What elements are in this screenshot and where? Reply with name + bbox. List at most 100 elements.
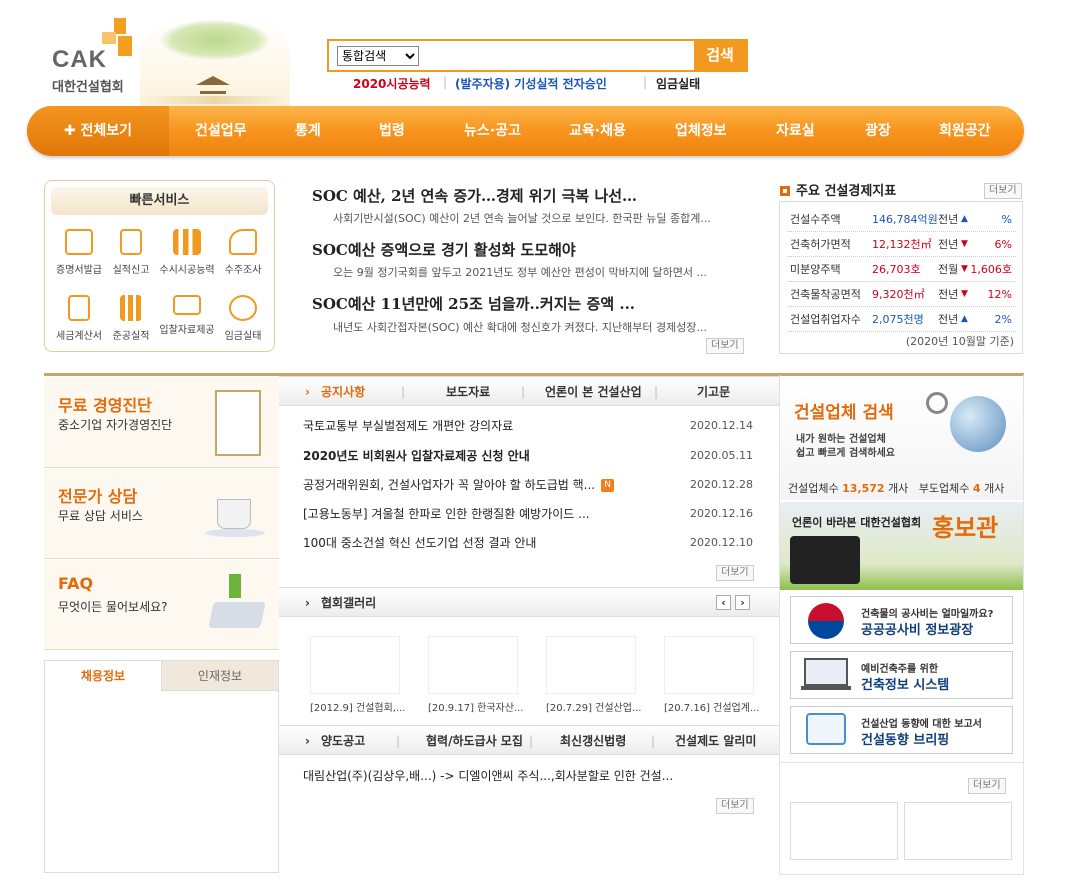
people-icon bbox=[229, 295, 257, 321]
notice-row[interactable]: 공정거래위원회, 건설사업자가 꼭 알아야 할 하도급법 핵... N 2020.1… bbox=[303, 475, 763, 495]
down-arrow-icon: ▼ bbox=[961, 289, 968, 299]
chevron-right-icon: › bbox=[305, 596, 310, 610]
nav-all-menu[interactable]: ✚ 전체보기 bbox=[27, 106, 169, 156]
quick-service-item[interactable]: 입찰자료제공 bbox=[159, 295, 215, 336]
magnifier-icon bbox=[926, 392, 948, 414]
gallery-title[interactable]: 협회갤러리 bbox=[321, 588, 376, 618]
nav-item[interactable]: 자료실 bbox=[776, 106, 815, 156]
quick-link-capacity[interactable]: 2020시공능력 bbox=[353, 75, 431, 92]
gallery-prev-button[interactable]: ‹ bbox=[716, 595, 731, 610]
logo-text: CAK bbox=[52, 46, 107, 73]
gallery-caption[interactable]: [20.7.29] 건설산업... bbox=[546, 699, 644, 714]
right-thumbnail[interactable] bbox=[904, 802, 1012, 860]
quick-service-title: 빠른서비스 bbox=[51, 187, 268, 215]
search-button[interactable]: 검색 bbox=[694, 41, 746, 70]
transfer-more-button[interactable]: 더보기 bbox=[716, 798, 754, 814]
indicator-row: 건축허가면적 12,132천㎡ 전년 ▼ 6% bbox=[788, 232, 1016, 257]
news-summary: 오는 9월 정기국회를 앞두고 2021년도 정부 예산안 편성이 막바지에 달… bbox=[333, 266, 707, 279]
promo-banner[interactable]: 언론이 바라본 대한건설협회 홍보관 bbox=[780, 502, 1023, 590]
gallery-next-button[interactable]: › bbox=[735, 595, 750, 610]
indicators-more-button[interactable]: 더보기 bbox=[984, 183, 1022, 199]
faq-icon bbox=[205, 572, 266, 638]
nav-item[interactable]: 뉴스·공고 bbox=[464, 106, 521, 156]
tab-media-view[interactable]: 언론이 본 건설산업 bbox=[545, 377, 642, 407]
building-info-banner[interactable]: 예비건축주를 위한 건축정보 시스템 bbox=[790, 651, 1013, 699]
tab-latest-law[interactable]: 최신갱신법령 bbox=[560, 726, 626, 756]
indicators-note: (2020년 10월말 기준) bbox=[905, 335, 1014, 348]
search-scope-select[interactable]: 통합검색 bbox=[337, 46, 419, 66]
down-arrow-icon: ▼ bbox=[961, 239, 968, 249]
nav-item[interactable]: 통계 bbox=[295, 106, 321, 156]
quick-link-approval[interactable]: (발주자용) 기성실적 전자승인 bbox=[455, 75, 607, 92]
gallery-caption[interactable]: [20.7.16] 건설업계... bbox=[664, 699, 759, 714]
gallery-thumbnail[interactable] bbox=[546, 636, 636, 694]
transfer-row[interactable]: 대림산업(주)(김상우,배...) -> 디엘이앤씨 주식...,회사분할로 인… bbox=[303, 766, 763, 786]
card-expert-consulting[interactable]: 전문가 상담 무료 상담 서비스 bbox=[44, 469, 279, 559]
tab-system-notice[interactable]: 건설제도 알리미 bbox=[675, 726, 756, 756]
new-badge: N bbox=[601, 479, 615, 492]
search-bar: 통합검색 검색 bbox=[327, 39, 748, 72]
gallery-header: › 협회갤러리 ‹ › bbox=[279, 587, 779, 617]
tab-subcontract[interactable]: 협력/하도급사 모집 bbox=[426, 726, 523, 756]
building-icon bbox=[120, 295, 142, 321]
right-more-button[interactable]: 더보기 bbox=[968, 778, 1006, 794]
notice-row[interactable]: 100대 중소건설 혁신 선도기업 선정 결과 안내 2020.12.10 bbox=[303, 533, 763, 553]
gallery-caption[interactable]: [2012.9] 건설협회,... bbox=[310, 699, 408, 714]
tab-contribution[interactable]: 기고문 bbox=[697, 377, 730, 407]
cost-info-banner[interactable]: 건축물의 공사비는 얼마일까요? 공공공사비 정보광장 bbox=[790, 596, 1013, 644]
tab-press[interactable]: 보도자료 bbox=[446, 377, 490, 407]
nav-item[interactable]: 회원공간 bbox=[939, 106, 991, 156]
tab-recruit-info[interactable]: 채용정보 bbox=[45, 661, 162, 691]
bar-chart-icon bbox=[173, 229, 201, 255]
quick-service-item[interactable]: 세금계산서 bbox=[51, 295, 107, 342]
quick-service-item[interactable]: 실적신고 bbox=[103, 229, 159, 276]
nav-item[interactable]: 광장 bbox=[865, 106, 891, 156]
news-title[interactable]: SOC예산 증액으로 경기 활성화 도모해야 bbox=[312, 239, 576, 260]
notice-more-button[interactable]: 더보기 bbox=[716, 565, 754, 581]
quick-service-item[interactable]: 수주조사 bbox=[215, 229, 271, 276]
indicator-row: 건설업취업자수 2,075천명 전년 ▲ 2% bbox=[788, 307, 1016, 332]
notice-row[interactable]: 국토교통부 부실벌점제도 개편안 강의자료 2020.12.14 bbox=[303, 416, 763, 436]
nav-item[interactable]: 건설업무 bbox=[195, 106, 247, 156]
tab-transfer[interactable]: 양도공고 bbox=[321, 726, 365, 756]
tab-talent-info[interactable]: 인재정보 bbox=[162, 661, 278, 691]
square-bullet-icon bbox=[780, 186, 790, 196]
recruit-panel: 채용정보 인재정보 bbox=[44, 660, 279, 873]
trend-briefing-banner[interactable]: 건설산업 동향에 대한 보고서 건설동향 브리핑 bbox=[790, 706, 1013, 754]
nav-item[interactable]: 법령 bbox=[379, 106, 405, 156]
nav-item[interactable]: 업체정보 bbox=[675, 106, 727, 156]
notice-tabs: › 공지사항 | 보도자료 | 언론이 본 건설산업 | 기고문 bbox=[279, 376, 779, 406]
chevron-right-icon: › bbox=[305, 734, 310, 748]
up-arrow-icon: ▲ bbox=[961, 314, 968, 324]
news-title[interactable]: SOC 예산, 2년 연속 증가…경제 위기 극복 나선… bbox=[312, 185, 637, 206]
gallery-thumbnail[interactable] bbox=[664, 636, 754, 694]
transfer-tabs: › 양도공고 | 협력/하도급사 모집 | 최신갱신법령 | 건설제도 알리미 bbox=[279, 725, 779, 755]
gallery-caption[interactable]: [20.9.17] 한국자산... bbox=[428, 699, 526, 714]
news-title[interactable]: SOC예산 11년만에 25조 넘을까..커지는 증액 ... bbox=[312, 293, 635, 314]
main-nav: ✚ 전체보기 건설업무 통계 법령 뉴스·공고 교육·채용 업체정보 자료실 광… bbox=[27, 106, 1024, 156]
news-summary: 내년도 사회간접자본(SOC) 예산 확대에 청신호가 켜졌다. 지난해부터 경… bbox=[333, 321, 707, 334]
gallery-thumbnail[interactable] bbox=[428, 636, 518, 694]
indicators-header: 주요 건설경제지표 bbox=[780, 180, 896, 199]
checklist-icon bbox=[215, 390, 261, 456]
nav-item[interactable]: 교육·채용 bbox=[569, 106, 626, 156]
tab-notice[interactable]: 공지사항 bbox=[321, 377, 365, 407]
quick-service-item[interactable]: 준공실적 bbox=[103, 295, 159, 342]
news-more-button[interactable]: 더보기 bbox=[706, 338, 744, 354]
chevron-right-icon: › bbox=[305, 385, 310, 399]
right-thumbnail[interactable] bbox=[790, 802, 898, 860]
quick-link-wage[interactable]: 임금실태 bbox=[656, 75, 700, 92]
notice-row[interactable]: [고용노동부] 겨울철 한파로 인한 한랭질환 예방가이드 ... 2020.12… bbox=[303, 504, 763, 524]
gallery-thumbnail[interactable] bbox=[310, 636, 400, 694]
indicators-title: 주요 건설경제지표 bbox=[796, 184, 897, 199]
quick-service-item[interactable]: 임금실태 bbox=[215, 295, 271, 342]
quick-service-item[interactable]: 수시시공능력 bbox=[159, 229, 215, 276]
laptop-icon bbox=[801, 658, 851, 694]
notice-row[interactable]: 2020년도 비회원사 입찰자료제공 신청 안내 2020.05.11 bbox=[303, 446, 763, 466]
quick-service-item[interactable]: 증명서발급 bbox=[51, 229, 107, 276]
monitor-icon bbox=[173, 295, 201, 315]
company-search-banner[interactable]: 건설업체 검색 내가 원하는 건설업체 쉽고 빠르게 검색하세요 건설업체수 1… bbox=[780, 376, 1023, 500]
card-faq[interactable]: FAQ 무엇이든 물어보세요? bbox=[44, 560, 279, 650]
card-management-diagnosis[interactable]: 무료 경영진단 중소기업 자가경영진단 bbox=[44, 378, 279, 468]
site-logo[interactable]: CAK 대한건설협회 bbox=[50, 18, 290, 106]
